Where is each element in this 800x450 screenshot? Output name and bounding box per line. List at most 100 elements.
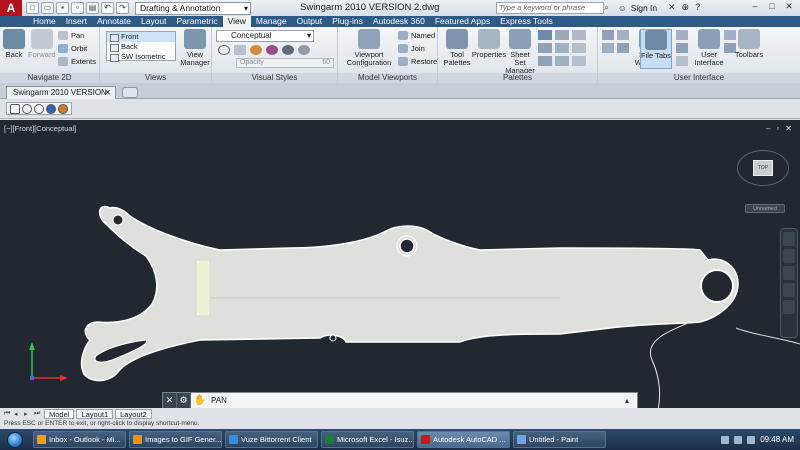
viewport-configuration-button[interactable]: Viewport Configuration bbox=[342, 29, 396, 67]
3d-wireframe-icon[interactable] bbox=[22, 104, 32, 114]
sphere-icon[interactable] bbox=[298, 45, 310, 55]
view-item-sw-isometric[interactable]: SW Isometric bbox=[107, 52, 175, 62]
tab-insert[interactable]: Insert bbox=[61, 16, 92, 27]
views-list[interactable]: Front Back SW Isometric bbox=[106, 31, 176, 62]
sign-in-button[interactable]: ☺ Sign In bbox=[618, 3, 657, 13]
wrench-icon[interactable]: ⚙ bbox=[177, 393, 191, 408]
clock[interactable]: 09:48 AM bbox=[760, 435, 794, 444]
save-as-icon[interactable]: ▫ bbox=[71, 2, 84, 14]
named-viewports-button[interactable]: Named bbox=[398, 30, 435, 41]
tab-output[interactable]: Output bbox=[292, 16, 328, 27]
layout-icon[interactable] bbox=[602, 43, 614, 53]
material-icon[interactable] bbox=[266, 45, 278, 55]
conceptual-icon[interactable] bbox=[58, 104, 68, 114]
tab-annotate[interactable]: Annotate bbox=[92, 16, 136, 27]
maximize-icon[interactable]: □ bbox=[765, 1, 779, 13]
flag-icon[interactable] bbox=[747, 435, 756, 444]
prev-tab-icon[interactable]: ◂ bbox=[14, 410, 22, 418]
file-tabs-button[interactable]: File Tabs bbox=[640, 29, 672, 69]
application-menu-button[interactable]: A bbox=[0, 0, 22, 16]
restore-viewports-button[interactable]: Restore bbox=[398, 56, 437, 67]
toolbars-button[interactable]: Toolbars bbox=[734, 29, 764, 59]
chevron-up-icon[interactable]: ▴ bbox=[625, 396, 637, 405]
tab-home[interactable]: Home bbox=[28, 16, 61, 27]
tab-autodesk-360[interactable]: Autodesk 360 bbox=[368, 16, 430, 27]
view-manager-button[interactable]: View Manager bbox=[180, 29, 210, 67]
wcs-menu[interactable]: Unnamed bbox=[745, 204, 785, 213]
taskbar-item-autocad[interactable]: Autodesk AutoCAD ... bbox=[417, 431, 510, 448]
tab-featured-apps[interactable]: Featured Apps bbox=[430, 16, 495, 27]
tab-plug-ins[interactable]: Plug-ins bbox=[327, 16, 368, 27]
info-icon[interactable]: ⊕ bbox=[682, 2, 690, 13]
arrange-icon[interactable] bbox=[617, 43, 629, 53]
shadow-icon[interactable] bbox=[282, 45, 294, 55]
status-bar-icon[interactable] bbox=[676, 43, 688, 53]
taskbar-item-outlook[interactable]: Inbox - Outlook - Mi... bbox=[33, 431, 126, 448]
tab-parametric[interactable]: Parametric bbox=[172, 16, 223, 27]
last-tab-icon[interactable]: ⏭ bbox=[34, 410, 42, 418]
exchange-icon[interactable]: ✕ bbox=[668, 2, 676, 13]
workspace-dropdown[interactable]: Drafting & Annotation bbox=[135, 1, 251, 15]
join-viewports-button[interactable]: Join bbox=[398, 43, 425, 54]
2d-wireframe-icon[interactable] bbox=[10, 104, 20, 114]
user-interface-button[interactable]: User Interface bbox=[694, 29, 724, 67]
taskbar-item-paint[interactable]: Untitled - Paint bbox=[513, 431, 606, 448]
viewcube[interactable]: TOP bbox=[753, 160, 773, 176]
layers-icon[interactable] bbox=[555, 43, 569, 53]
face-icon[interactable] bbox=[234, 45, 246, 55]
design-center-icon[interactable] bbox=[538, 30, 552, 40]
opacity-slider[interactable]: Opacity 60 bbox=[236, 58, 334, 68]
close-icon[interactable]: ✕ bbox=[104, 87, 111, 99]
layout-tabs-icon[interactable] bbox=[676, 30, 688, 40]
minimize-icon[interactable]: – bbox=[748, 1, 762, 13]
tab-layout[interactable]: Layout bbox=[136, 16, 172, 27]
orbit-icon[interactable] bbox=[783, 283, 795, 297]
volume-icon[interactable] bbox=[734, 435, 743, 444]
taskbar-item-vuze[interactable]: Vuze Bittorrent Client bbox=[225, 431, 318, 448]
visual-style-dropdown[interactable]: Conceptual bbox=[216, 30, 314, 42]
open-icon[interactable]: ▭ bbox=[41, 2, 54, 14]
external-references-icon[interactable] bbox=[538, 43, 552, 53]
undo-icon[interactable]: ↶ bbox=[101, 2, 114, 14]
command-line-icon[interactable] bbox=[572, 43, 586, 53]
sheet-set-manager-button[interactable]: Sheet Set Manager bbox=[504, 29, 536, 75]
close-icon[interactable]: ✕ bbox=[163, 393, 177, 408]
orbit-button[interactable]: Orbit bbox=[58, 43, 87, 54]
drawing-viewport[interactable]: [−][Front][Conceptual] – ▫ ✕ TOP Unnamed bbox=[0, 120, 800, 408]
file-tab-swingarm[interactable]: Swingarm 2010 VERSION 2* ✕ bbox=[6, 86, 116, 109]
sheet-icon[interactable] bbox=[538, 56, 552, 66]
next-tab-icon[interactable]: ▸ bbox=[24, 410, 32, 418]
new-drawing-tab-button[interactable] bbox=[122, 87, 138, 98]
tab-layout1[interactable]: Layout1 bbox=[76, 408, 114, 419]
properties-button[interactable]: Properties bbox=[472, 29, 506, 59]
realistic-icon[interactable] bbox=[46, 104, 56, 114]
view-item-back[interactable]: Back bbox=[107, 42, 175, 52]
network-icon[interactable] bbox=[721, 435, 730, 444]
extents-button[interactable]: Extents bbox=[58, 56, 96, 67]
quickcalc-icon[interactable] bbox=[572, 30, 586, 40]
tab-express-tools[interactable]: Express Tools bbox=[495, 16, 558, 27]
search-input[interactable]: Type a keyword or phrase bbox=[496, 2, 604, 14]
first-tab-icon[interactable]: ⏮ bbox=[4, 410, 12, 418]
zoom-icon[interactable] bbox=[783, 266, 795, 280]
hidden-icon[interactable] bbox=[34, 104, 44, 114]
dbconnect-icon[interactable] bbox=[555, 56, 569, 66]
new-icon[interactable]: □ bbox=[26, 2, 39, 14]
close-icon[interactable]: ✕ bbox=[782, 1, 796, 13]
taskbar-item-excel[interactable]: Microsoft Excel - Isuz... bbox=[321, 431, 414, 448]
edge-icon[interactable] bbox=[218, 45, 230, 55]
taskbar-item-gif-generator[interactable]: Images to GIF Gener... bbox=[129, 431, 222, 448]
pan-button[interactable]: Pan bbox=[58, 30, 84, 41]
help-icon[interactable]: ? bbox=[695, 2, 700, 13]
plot-icon[interactable]: ▤ bbox=[86, 2, 99, 14]
tab-layout2[interactable]: Layout2 bbox=[115, 408, 152, 419]
search-icon[interactable]: ⌕ bbox=[604, 2, 615, 14]
save-icon[interactable]: ▪ bbox=[56, 2, 69, 14]
pan-icon[interactable] bbox=[783, 249, 795, 263]
steering-wheel-icon[interactable] bbox=[783, 232, 795, 246]
command-line[interactable]: ✕ ⚙ ✋ PAN ▴ bbox=[162, 392, 638, 409]
tab-manage[interactable]: Manage bbox=[251, 16, 292, 27]
clean-screen-icon[interactable] bbox=[676, 56, 688, 66]
lighting-icon[interactable] bbox=[250, 45, 262, 55]
view-item-front[interactable]: Front bbox=[107, 32, 175, 42]
